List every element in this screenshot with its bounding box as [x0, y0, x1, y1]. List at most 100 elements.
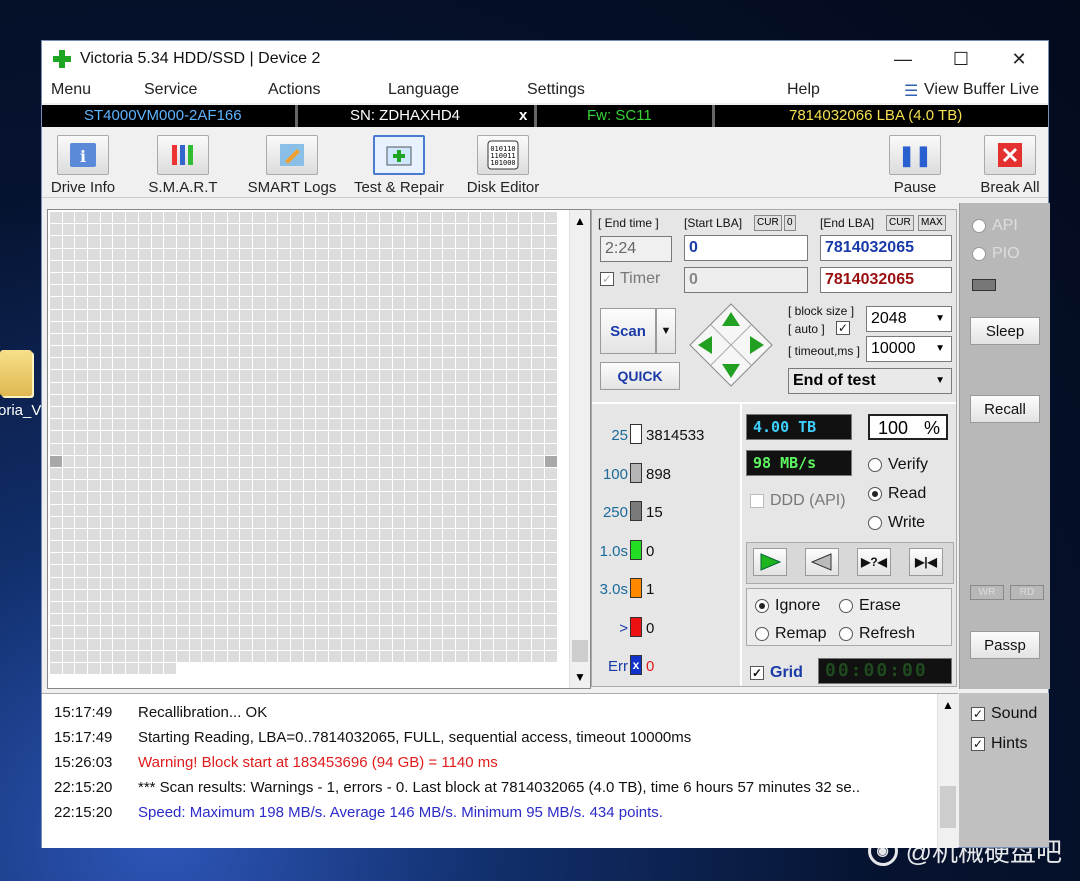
- sector-block: [164, 358, 176, 370]
- grid-scrollbar[interactable]: ▲ ▼: [569, 210, 590, 688]
- play-button[interactable]: [753, 548, 787, 576]
- sector-block: [532, 407, 544, 419]
- scroll-up-icon[interactable]: ▲: [574, 214, 586, 228]
- sector-block: [189, 394, 202, 406]
- sector-block: [468, 492, 481, 504]
- scroll-up-icon[interactable]: ▲: [942, 698, 954, 712]
- sector-block: [62, 589, 75, 601]
- menu-service[interactable]: Service: [144, 81, 197, 99]
- sector-block: [214, 431, 227, 443]
- sector-block: [50, 407, 62, 419]
- timeout-select[interactable]: 10000 ▼: [866, 336, 952, 362]
- sector-block: [202, 614, 214, 626]
- sector-block: [341, 467, 354, 480]
- sector-block: [392, 419, 405, 431]
- smart-logs-button[interactable]: SMART Logs: [246, 135, 338, 196]
- direction-pad[interactable]: [688, 302, 774, 388]
- menu-help[interactable]: Help: [787, 81, 820, 99]
- sector-block: [253, 333, 265, 346]
- view-buffer-live[interactable]: View Buffer Live: [924, 81, 1039, 99]
- sector-block: [50, 492, 62, 504]
- pause-button[interactable]: ❚❚ Pause: [882, 135, 948, 196]
- menu-menu[interactable]: Menu: [51, 81, 91, 99]
- end-action-select[interactable]: End of test ▼: [788, 368, 952, 394]
- scroll-thumb[interactable]: [940, 786, 956, 828]
- sector-block: [253, 626, 265, 638]
- menu-language[interactable]: Language: [388, 81, 459, 99]
- recall-button[interactable]: Recall: [970, 395, 1040, 423]
- sector-block: [227, 431, 240, 443]
- timer-checkbox[interactable]: ✓ Timer: [600, 270, 660, 288]
- block-size-select[interactable]: 2048 ▼: [866, 306, 952, 332]
- close-button[interactable]: ✕: [990, 41, 1048, 77]
- end-lba-input[interactable]: 7814032065: [820, 235, 952, 261]
- start-cur-button[interactable]: CUR: [754, 215, 782, 231]
- sector-block: [329, 541, 341, 553]
- end-time-field[interactable]: 2:24: [600, 236, 672, 262]
- end-cur-button[interactable]: CUR: [886, 215, 914, 231]
- legend-color-bar: [630, 616, 642, 637]
- test-repair-button[interactable]: Test & Repair: [351, 135, 447, 196]
- log-scrollbar[interactable]: ▲: [937, 694, 958, 848]
- grid-checkbox[interactable]: ✓ Grid: [750, 664, 803, 682]
- ignore-radio[interactable]: Ignore: [755, 597, 820, 615]
- remap-radio[interactable]: Remap: [755, 625, 827, 643]
- sector-block: [126, 224, 138, 236]
- minimize-button[interactable]: —: [874, 41, 932, 77]
- sector-block: [126, 443, 138, 455]
- sector-block: [278, 285, 291, 297]
- hints-checkbox[interactable]: ✓ Hints: [971, 735, 1027, 753]
- sector-block: [303, 212, 316, 224]
- ddd-api-checkbox[interactable]: DDD (API): [750, 492, 846, 510]
- smart-button[interactable]: S.M.A.R.T: [146, 135, 220, 196]
- read-radio[interactable]: Read: [868, 485, 926, 503]
- test-tubes-icon: [157, 135, 209, 175]
- log-time: 22:15:20: [54, 804, 113, 821]
- write-radio[interactable]: Write: [868, 514, 925, 532]
- sector-block: [75, 528, 88, 541]
- detach-button[interactable]: x: [519, 107, 527, 124]
- sector-block: [417, 467, 430, 480]
- sector-block: [100, 602, 113, 614]
- max-button[interactable]: MAX: [918, 215, 946, 231]
- menu-settings[interactable]: Settings: [527, 81, 585, 99]
- sector-block: [227, 516, 240, 528]
- sleep-button[interactable]: Sleep: [970, 317, 1040, 345]
- desktop-folder-icon[interactable]: oria_V: [0, 350, 41, 419]
- erase-radio[interactable]: Erase: [839, 597, 901, 615]
- scroll-thumb[interactable]: [572, 640, 588, 662]
- start-lba-input[interactable]: 0: [684, 235, 808, 261]
- menu-actions[interactable]: Actions: [268, 81, 320, 99]
- sector-block: [506, 602, 519, 614]
- sector-block: [341, 589, 354, 601]
- break-all-button[interactable]: Break All: [974, 135, 1046, 196]
- sector-block: [532, 602, 544, 614]
- sector-block: [468, 346, 481, 358]
- maximize-button[interactable]: ☐: [932, 41, 990, 77]
- sector-block: [50, 541, 62, 553]
- sector-block: [291, 541, 303, 553]
- refresh-radio[interactable]: Refresh: [839, 625, 915, 643]
- pio-radio[interactable]: PIO: [972, 245, 1020, 263]
- sector-block: [202, 285, 214, 297]
- disk-editor-button[interactable]: 010110 110011 101000 Disk Editor: [462, 135, 544, 196]
- sound-checkbox[interactable]: ✓ Sound: [971, 705, 1037, 723]
- verify-radio[interactable]: Verify: [868, 456, 928, 474]
- api-radio[interactable]: API: [972, 217, 1018, 235]
- scan-dropdown-icon[interactable]: ▼: [656, 308, 676, 354]
- scan-button[interactable]: Scan: [600, 308, 656, 354]
- passp-button[interactable]: Passp: [970, 631, 1040, 659]
- start-zero-button[interactable]: 0: [784, 215, 796, 231]
- sector-block: [240, 212, 252, 224]
- end-seek-button[interactable]: ▶|◀: [909, 548, 943, 576]
- sector-block: [88, 285, 100, 297]
- sector-block: [519, 333, 532, 346]
- sector-block: [468, 541, 481, 553]
- quick-button[interactable]: QUICK: [600, 362, 680, 390]
- drive-info-button[interactable]: i Drive Info: [48, 135, 118, 196]
- random-seek-button[interactable]: ▶?◀: [857, 548, 891, 576]
- auto-checkbox[interactable]: ✓: [836, 321, 856, 335]
- scroll-down-icon[interactable]: ▼: [574, 670, 586, 684]
- rewind-button[interactable]: [805, 548, 839, 576]
- sector-block: [100, 236, 113, 248]
